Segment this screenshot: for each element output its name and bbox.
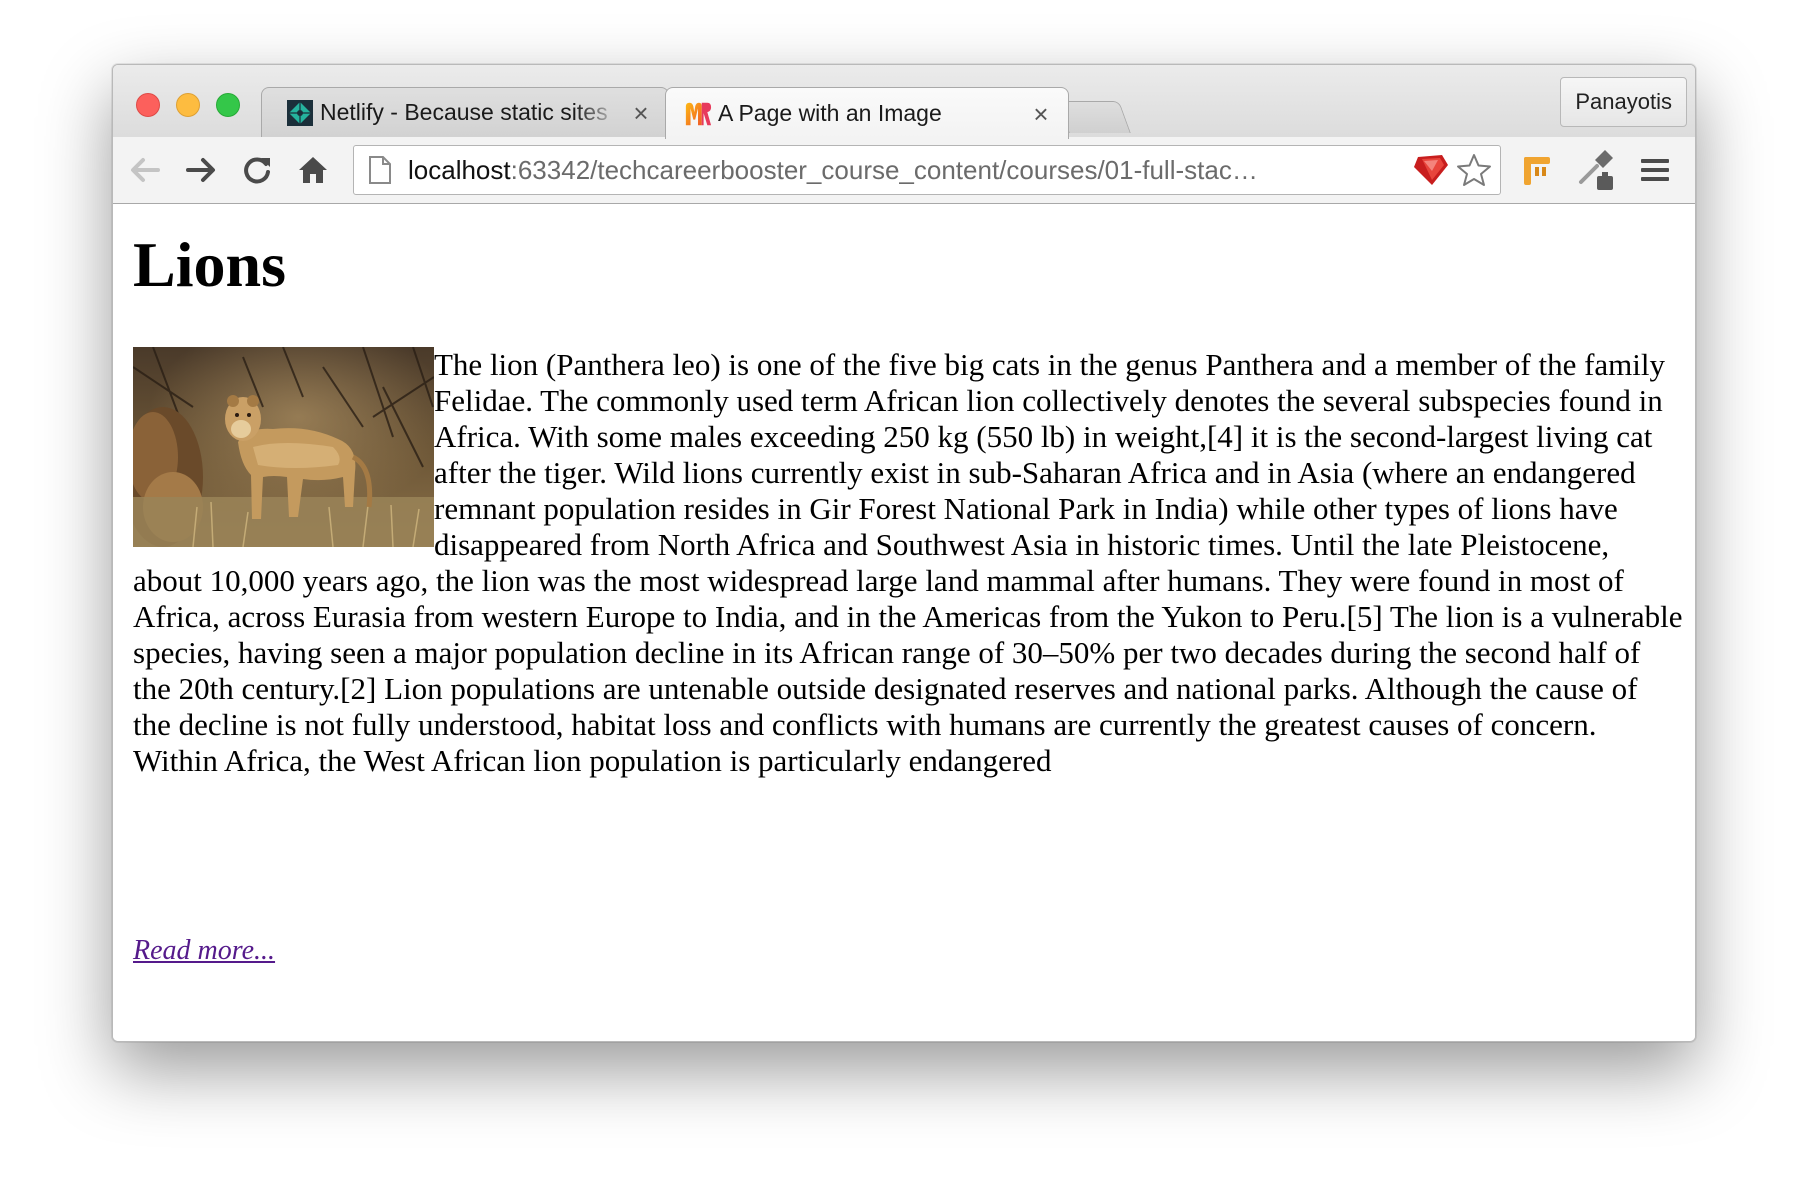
rubymine-icon	[684, 100, 712, 128]
address-url[interactable]: localhost:63342/techcareerbooster_course…	[408, 155, 1406, 186]
forward-arrow-icon[interactable]	[181, 151, 221, 189]
ruby-extension-icon[interactable]	[1412, 153, 1450, 187]
tab-title: A Page with an Image	[718, 100, 942, 126]
address-bar[interactable]: localhost:63342/techcareerbooster_course…	[353, 145, 1501, 195]
bookmark-star-icon[interactable]	[1456, 153, 1492, 187]
omnibox-actions	[1406, 153, 1492, 187]
tab-title: Netlify - Because static sites	[320, 99, 608, 125]
tab-close-icon[interactable]: ×	[630, 100, 652, 126]
lion-image	[133, 347, 434, 547]
menu-icon[interactable]	[1635, 151, 1675, 189]
back-arrow-icon[interactable]	[125, 151, 165, 189]
tab-strip: Netlify - Because static sites × A Page …	[113, 65, 1695, 139]
address-path: :63342/techcareerbooster_course_content/…	[510, 154, 1258, 185]
tab-netlify[interactable]: Netlify - Because static sites ×	[261, 87, 669, 137]
window-close-button[interactable]	[136, 93, 160, 117]
tab-close-icon[interactable]: ×	[1030, 101, 1052, 127]
page-content: Lions The lion (Panthera leo) is one of …	[113, 204, 1695, 1041]
home-icon[interactable]	[293, 151, 333, 189]
netlify-icon	[286, 99, 314, 127]
eyedropper-extension-icon[interactable]	[1577, 150, 1617, 190]
page-icon	[366, 154, 394, 186]
profile-button[interactable]: Panayotis	[1560, 77, 1687, 127]
browser-window: Netlify - Because static sites × A Page …	[112, 64, 1696, 1042]
page-heading: Lions	[133, 229, 286, 300]
read-more-link[interactable]: Read more...	[133, 935, 275, 967]
tab-page-with-image[interactable]: A Page with an Image ×	[665, 87, 1069, 139]
address-host: localhost	[408, 154, 511, 185]
pin-extension-icon[interactable]	[1515, 151, 1555, 189]
article-paragraph: The lion (Panthera leo) is one of the fi…	[133, 347, 1683, 779]
window-maximize-button[interactable]	[216, 93, 240, 117]
window-minimize-button[interactable]	[176, 93, 200, 117]
reload-icon[interactable]	[237, 151, 277, 189]
browser-toolbar: localhost:63342/techcareerbooster_course…	[113, 137, 1695, 204]
